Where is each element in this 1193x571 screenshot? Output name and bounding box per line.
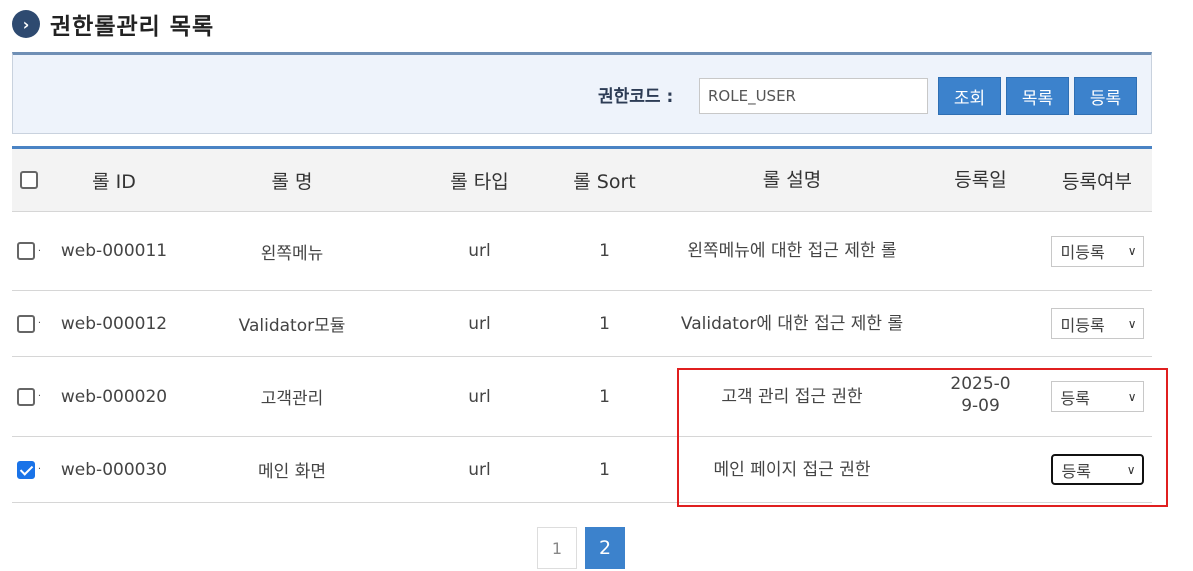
role-code-input[interactable] <box>699 78 928 114</box>
role-type-cell: url <box>468 313 491 334</box>
table-row: · web-000012 Validator모듈 url 1 Validator… <box>12 291 1152 357</box>
registered-select-value: 미등록 <box>1060 315 1105 335</box>
role-id-cell: web-000012 <box>60 313 168 334</box>
select-all-checkbox[interactable] <box>20 171 38 189</box>
registered-select[interactable]: 미등록 ∨ <box>1050 308 1144 339</box>
search-button[interactable]: 조회 <box>938 77 1001 115</box>
role-type-cell: url <box>468 386 491 407</box>
role-date-cell <box>927 291 1034 356</box>
role-date-cell <box>927 212 1034 290</box>
row-checkbox[interactable] <box>16 460 35 479</box>
role-type-cell: url <box>468 241 491 261</box>
header-date: 등록일 <box>954 169 1007 191</box>
header-role-id: 롤 ID <box>92 170 136 193</box>
registered-select[interactable]: 미등록 ∨ <box>1050 235 1144 267</box>
header-role-name: 롤 명 <box>271 170 313 193</box>
role-name-cell: 메인 화면 <box>258 462 326 482</box>
pagination: 1 2 <box>537 527 633 569</box>
row-checkbox[interactable] <box>16 387 35 406</box>
register-button[interactable]: 등록 <box>1074 77 1137 115</box>
chevron-right-circle-icon: › <box>12 10 40 38</box>
chevron-down-icon: ∨ <box>1127 316 1137 331</box>
role-code-label: 권한코드 : <box>598 87 674 107</box>
page-button-2[interactable]: 2 <box>585 527 625 569</box>
row-checkbox[interactable] <box>16 242 35 260</box>
list-button[interactable]: 목록 <box>1006 77 1069 115</box>
page-button-1[interactable]: 1 <box>537 527 577 569</box>
search-panel: 권한코드 : 조회 목록 등록 <box>12 52 1152 134</box>
role-sort-cell: 1 <box>599 313 610 334</box>
role-desc-cell: Validator에 대한 접근 제한 롤 <box>680 313 904 334</box>
row-checkbox[interactable] <box>16 314 35 333</box>
role-type-cell: url <box>468 459 491 480</box>
role-id-cell: web-000030 <box>60 459 168 480</box>
header-role-sort: 롤 Sort <box>573 170 636 193</box>
role-name-cell: 왼쪽메뉴 <box>260 243 324 264</box>
role-sort-cell: 1 <box>599 386 610 407</box>
role-name-cell: 고객관리 <box>260 389 324 409</box>
header-role-type: 롤 타입 <box>450 170 509 193</box>
chevron-down-icon: ∨ <box>1127 244 1137 258</box>
table-header: 롤 ID 롤 명 롤 타입 롤 Sort 롤 설명 등록일 등록여부 <box>12 146 1152 212</box>
registered-select-value: 미등록 <box>1060 243 1105 262</box>
role-sort-cell: 1 <box>599 459 610 480</box>
role-id-cell: web-000011 <box>60 241 168 261</box>
role-id-cell: web-000020 <box>60 386 168 407</box>
table-row: · web-000011 왼쪽메뉴 url 1 왼쪽메뉴에 대한 접근 제한 롤… <box>12 212 1152 291</box>
role-name-cell: Validator모듈 <box>238 316 346 336</box>
page-title-bar: › 권한롤관리 목록 <box>12 8 214 40</box>
role-desc-cell: 왼쪽메뉴에 대한 접근 제한 롤 <box>687 241 897 261</box>
page-title: 권한롤관리 목록 <box>50 14 215 40</box>
role-sort-cell: 1 <box>599 241 610 261</box>
header-role-desc: 롤 설명 <box>762 169 822 191</box>
header-registered: 등록여부 <box>1062 170 1132 193</box>
highlight-annotation-box <box>677 368 1168 507</box>
